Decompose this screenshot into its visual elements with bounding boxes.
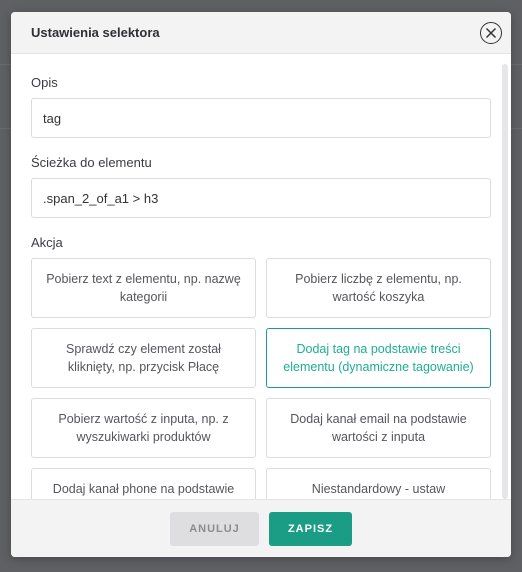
close-icon [485, 27, 497, 39]
dialog-body[interactable]: Opis tag Ścieżka do elementu .span_2_of_… [11, 54, 511, 499]
action-dynamic-tag[interactable]: Dodaj tag na podstawie treści elementu (… [266, 328, 491, 388]
description-input[interactable]: tag [31, 98, 491, 138]
action-get-text[interactable]: Pobierz text z elementu, np. nazwę kateg… [31, 258, 256, 318]
cancel-button[interactable]: ANULUJ [170, 512, 259, 546]
scrollbar[interactable] [502, 64, 508, 499]
path-label: Ścieżka do elementu [31, 155, 152, 170]
close-button[interactable] [480, 22, 502, 44]
selector-settings-dialog: Ustawienia selektora Opis tag Ścieżka do… [11, 12, 511, 557]
action-add-phone-channel[interactable]: Dodaj kanał phone na podstawie wartości … [31, 468, 256, 499]
action-get-number[interactable]: Pobierz liczbę z elementu, np. wartość k… [266, 258, 491, 318]
action-custom[interactable]: Niestandardowy - ustaw samodzielnie [266, 468, 491, 499]
path-input[interactable]: .span_2_of_a1 > h3 [31, 178, 491, 218]
action-get-input-value[interactable]: Pobierz wartość z inputa, np. z wyszukiw… [31, 398, 256, 458]
dialog-footer: ANULUJ ZAPISZ [11, 499, 511, 557]
dialog-header: Ustawienia selektora [11, 12, 511, 54]
action-check-clicked[interactable]: Sprawdź czy element został kliknięty, np… [31, 328, 256, 388]
save-button[interactable]: ZAPISZ [269, 512, 352, 546]
action-label: Akcja [31, 235, 63, 250]
description-label: Opis [31, 75, 58, 90]
dialog-title: Ustawienia selektora [31, 25, 160, 40]
action-add-email-channel[interactable]: Dodaj kanał email na podstawie wartości … [266, 398, 491, 458]
